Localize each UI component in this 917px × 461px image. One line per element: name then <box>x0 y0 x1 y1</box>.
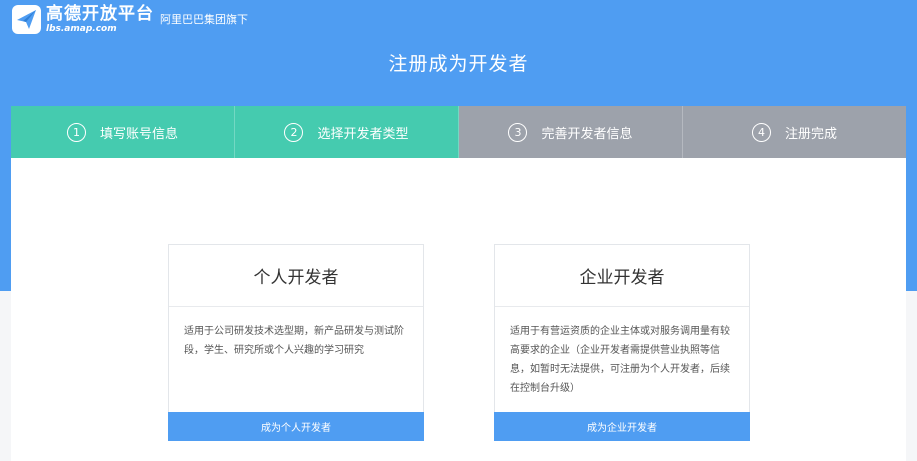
step-number: 4 <box>751 122 771 142</box>
step-registration-complete: 4 注册完成 <box>683 106 906 158</box>
step-label: 填写账号信息 <box>99 126 178 142</box>
become-enterprise-developer-button[interactable]: 成为企业开发者 <box>494 412 750 441</box>
logo-name: 高德开放平台 <box>46 4 154 24</box>
registration-steps: 1 填写账号信息 2 选择开发者类型 3 完善开发者信息 4 注册完成 <box>11 106 906 158</box>
step-number: 2 <box>284 122 304 142</box>
card-description: 适用于有营运资质的企业主体或对服务调用量有较高要求的企业（企业开发者需提供营业执… <box>510 326 730 394</box>
page-title: 注册成为开发者 <box>388 53 529 75</box>
logo-url: lbs.amap.com <box>46 24 117 34</box>
enterprise-developer-card: 企业开发者 适用于有营运资质的企业主体或对服务调用量有较高要求的企业（企业开发者… <box>494 244 750 441</box>
step-label: 注册完成 <box>784 126 837 142</box>
card-description: 适用于公司研发技术选型期，新产品研发与测试阶段，学生、研究所或个人兴趣的学习研究 <box>184 326 404 356</box>
paper-plane-icon <box>12 5 41 34</box>
personal-developer-card: 个人开发者 适用于公司研发技术选型期，新产品研发与测试阶段，学生、研究所或个人兴… <box>168 244 424 441</box>
amap-logo[interactable]: 高德开放平台 lbs.amap.com <box>12 5 154 35</box>
step-label: 选择开发者类型 <box>317 126 409 142</box>
step-choose-developer-type: 2 选择开发者类型 <box>235 106 459 158</box>
sub-brand-label: 阿里巴巴集团旗下 <box>160 13 248 26</box>
step-number: 3 <box>508 122 528 142</box>
step-number: 1 <box>66 122 86 142</box>
step-complete-developer-info: 3 完善开发者信息 <box>459 106 683 158</box>
content-panel <box>11 158 906 461</box>
step-fill-account-info: 1 填写账号信息 <box>11 106 235 158</box>
step-label: 完善开发者信息 <box>541 126 633 142</box>
card-title: 企业开发者 <box>495 245 749 307</box>
become-personal-developer-button[interactable]: 成为个人开发者 <box>168 412 424 441</box>
card-title: 个人开发者 <box>169 245 423 307</box>
